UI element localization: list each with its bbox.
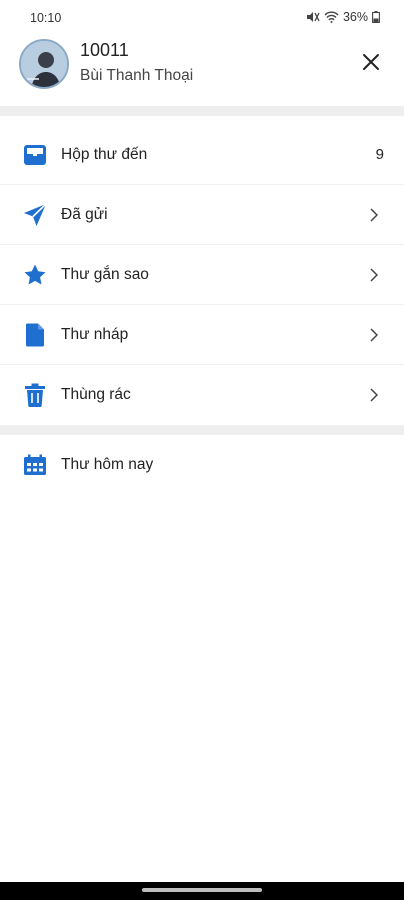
- menu-label: Thùng rác: [61, 386, 131, 403]
- menu-item-trash[interactable]: Thùng rác: [0, 365, 404, 425]
- draft-icon: [22, 322, 48, 348]
- status-bar: 10:10 36%: [0, 0, 404, 34]
- menu-label: Đã gửi: [61, 205, 108, 223]
- secondary-menu: Thư hôm nay: [0, 435, 404, 495]
- section-divider: [0, 106, 404, 116]
- menu-label: Thư gắn sao: [61, 265, 149, 283]
- menu-label: Thư hôm nay: [61, 456, 154, 473]
- menu-label: Thư nháp: [61, 325, 129, 343]
- menu-item-today[interactable]: Thư hôm nay: [0, 435, 404, 495]
- menu-label: Hộp thư đến: [61, 145, 148, 163]
- send-icon: [22, 202, 48, 228]
- status-icons: 36%: [306, 10, 380, 24]
- chevron-right-icon: [368, 207, 380, 223]
- menu-item-drafts[interactable]: Thư nháp: [0, 305, 404, 365]
- chevron-right-icon: [368, 327, 380, 343]
- chevron-right-icon: [368, 267, 380, 283]
- mailbox-menu: Hộp thư đến 9 Đã gửi Thư gắn sao Thư nhá…: [0, 125, 404, 425]
- menu-item-sent[interactable]: Đã gửi: [0, 185, 404, 245]
- battery-icon: [372, 11, 380, 23]
- battery-percent: 36%: [342, 10, 368, 24]
- system-nav-bar: [0, 882, 404, 900]
- home-indicator[interactable]: [142, 888, 262, 892]
- chevron-right-icon: [368, 387, 380, 403]
- section-divider: [0, 425, 404, 435]
- avatar[interactable]: [19, 39, 69, 89]
- close-button[interactable]: [358, 49, 384, 75]
- profile-header: 10011 Bùi Thanh Thoại: [0, 34, 404, 106]
- wifi-icon: [324, 11, 339, 23]
- unread-count: 9: [375, 146, 384, 163]
- account-number: 10011: [80, 40, 129, 60]
- star-icon: [22, 262, 48, 288]
- menu-item-starred[interactable]: Thư gắn sao: [0, 245, 404, 305]
- calendar-icon: [22, 452, 48, 478]
- trash-icon: [22, 382, 48, 408]
- account-name: Bùi Thanh Thoại: [80, 67, 194, 84]
- menu-item-inbox[interactable]: Hộp thư đến 9: [0, 125, 404, 185]
- status-time: 10:10: [30, 11, 62, 25]
- close-icon: [363, 54, 379, 70]
- mute-icon: [306, 11, 320, 23]
- inbox-icon: [22, 142, 48, 168]
